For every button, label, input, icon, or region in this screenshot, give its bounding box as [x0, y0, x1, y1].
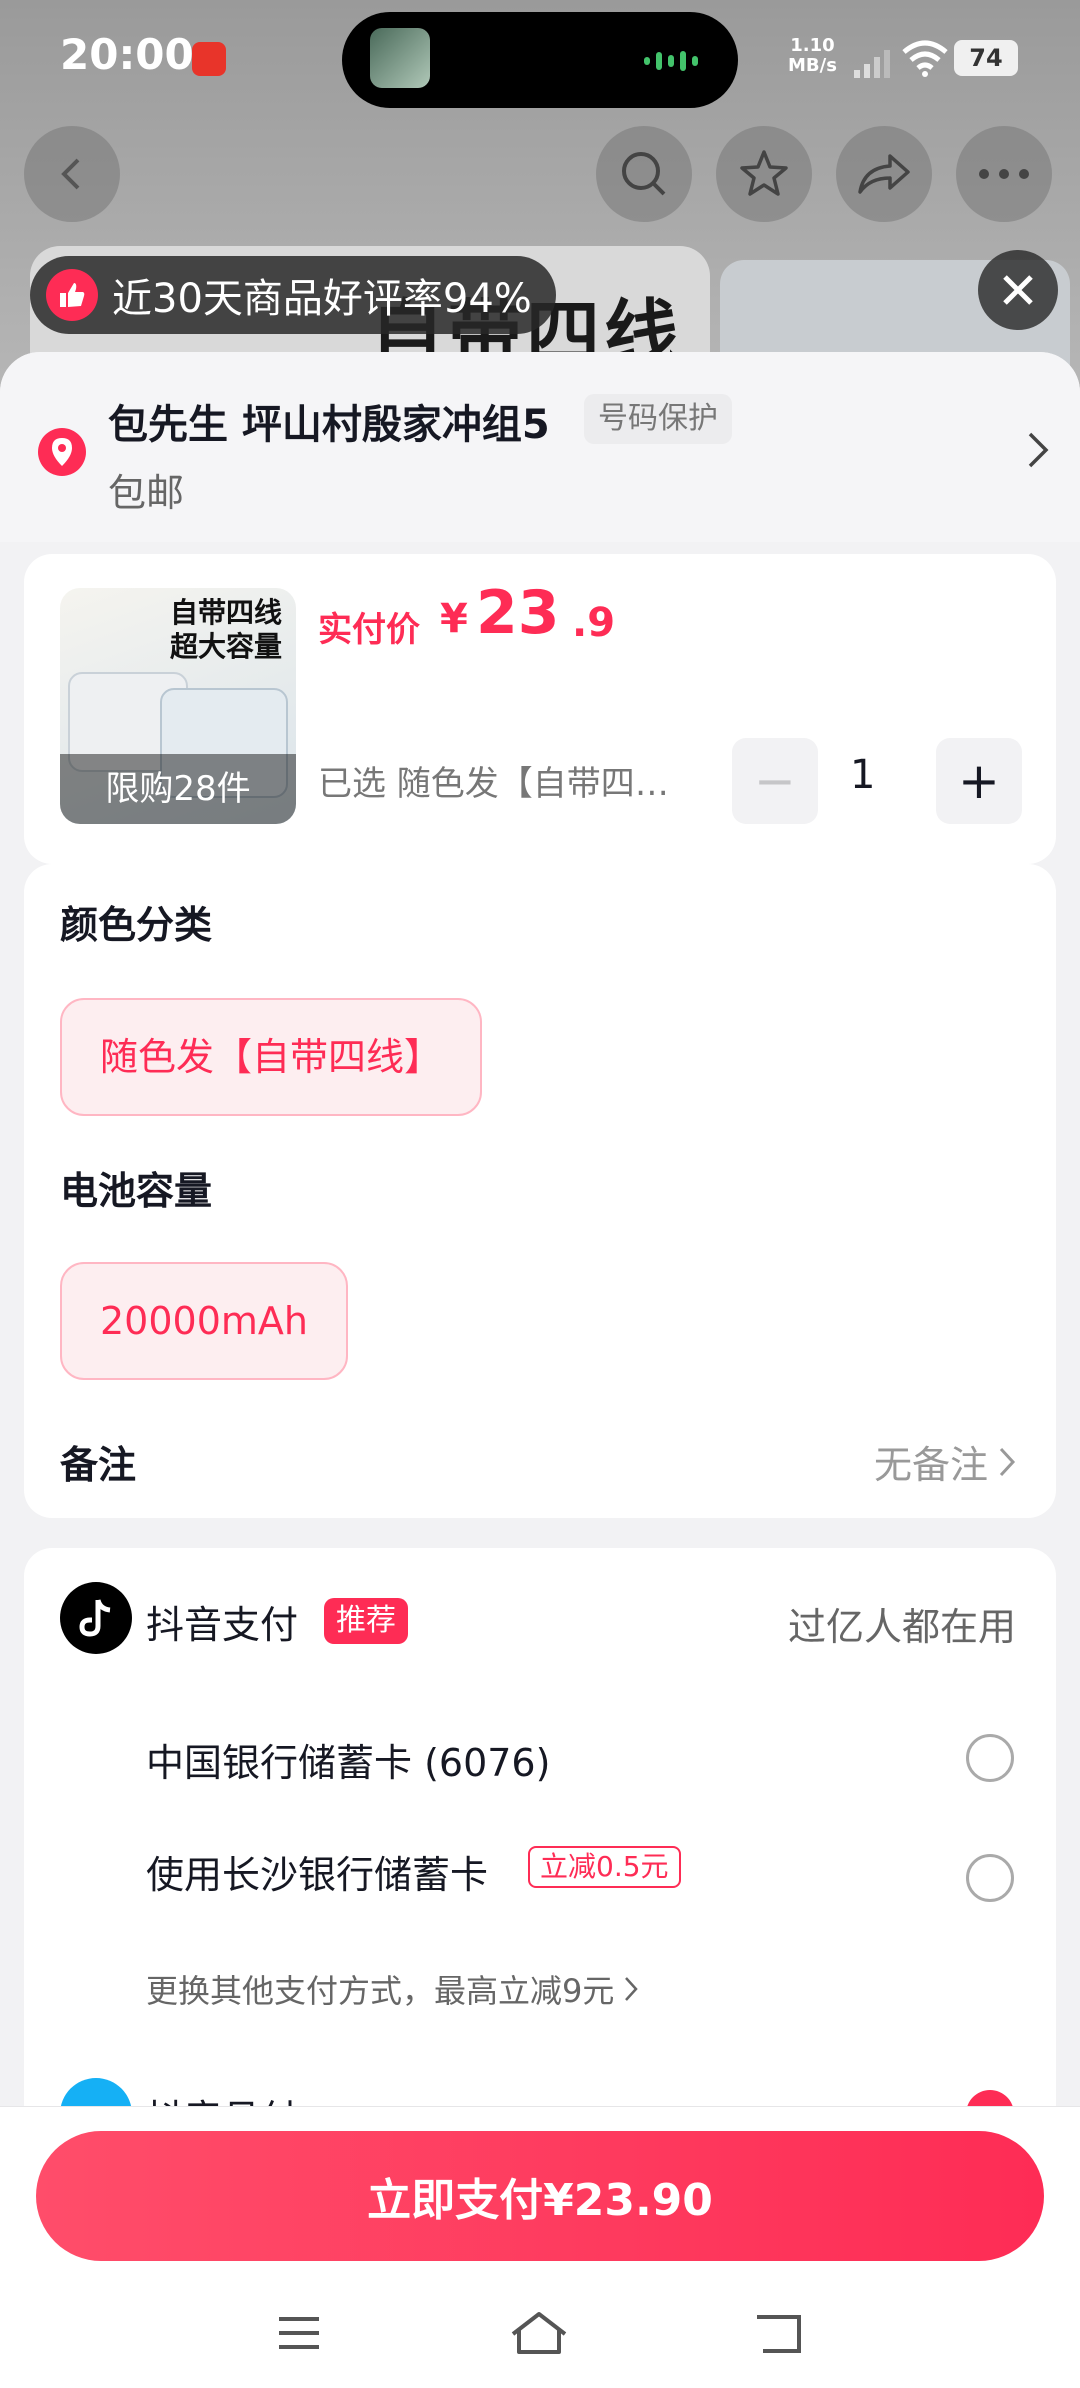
menu-nav-button[interactable] [264, 2303, 334, 2363]
close-button[interactable] [978, 250, 1058, 330]
more-payment-methods-link[interactable]: 更换其他支付方式，最高立减9元 [146, 1966, 639, 2012]
back-nav-button[interactable] [744, 2303, 814, 2363]
close-icon [1003, 275, 1033, 305]
search-icon [622, 152, 666, 196]
quantity-value: 1 [850, 752, 876, 798]
privacy-tag: 号码保护 [584, 394, 732, 444]
bottom-bar: 立即支付¥23.90 [0, 2106, 1080, 2388]
clock: 20:00 [60, 30, 194, 79]
discount-badge: 立减0.5元 [528, 1846, 681, 1888]
purchase-limit: 限购28件 [60, 754, 296, 824]
thumbs-up-icon [46, 269, 98, 321]
more-button[interactable] [956, 126, 1052, 222]
app-notification-icon [192, 42, 226, 76]
price-integer: 23 [476, 578, 560, 648]
rating-text: 近30天商品好评率94% [112, 276, 532, 322]
home-icon [511, 2312, 567, 2354]
price-decimal: .9 [572, 600, 616, 646]
back-icon [757, 2311, 801, 2353]
remark-title: 备注 [60, 1443, 137, 1487]
remark-value: 无备注 [873, 1443, 988, 1487]
shipping-info: 包邮 [108, 471, 185, 515]
selected-variant: 已选 随色发【自带四线】 [318, 764, 698, 804]
color-option-chip[interactable]: 随色发【自带四线】 [60, 998, 483, 1116]
recipient-name-address: 包先生 坪山村殷家冲组5 [108, 402, 550, 448]
pay-now-button[interactable]: 立即支付¥23.90 [36, 2131, 1044, 2261]
product-card: 自带四线 超大容量 限购28件 实付价 ¥ 23 .9 已选 随色发【自带四线】… [24, 554, 1056, 864]
payment-slogan: 过亿人都在用 [787, 1605, 1016, 1649]
currency-symbol: ¥ [440, 596, 468, 642]
share-icon [858, 154, 910, 194]
payment-method-title: 抖音支付 [146, 1603, 299, 1647]
more-icon [979, 169, 1029, 179]
search-button[interactable] [596, 126, 692, 222]
media-thumbnail [370, 28, 430, 88]
network-speed: 1.10 MB/s [788, 35, 837, 76]
chevron-right-icon [625, 1977, 639, 2001]
chevron-right-icon [999, 1447, 1016, 1476]
home-nav-button[interactable] [504, 2303, 574, 2363]
star-icon [740, 150, 788, 196]
dynamic-island[interactable] [342, 12, 738, 108]
price-label: 实付价 [318, 610, 420, 650]
signal-icon [854, 50, 890, 78]
payment-option-boc-radio[interactable] [966, 1734, 1014, 1782]
product-image[interactable]: 自带四线 超大容量 限购28件 [60, 588, 296, 824]
quantity-increase-button[interactable]: + [936, 738, 1022, 824]
payment-option-changsha-radio[interactable] [966, 1854, 1014, 1902]
remark-selector[interactable]: 无备注 [874, 1434, 1016, 1489]
capacity-option-chip[interactable]: 20000mAh [60, 1262, 348, 1380]
battery-indicator: 74 [954, 40, 1018, 76]
back-button[interactable] [24, 126, 120, 222]
favorite-button[interactable] [716, 126, 812, 222]
status-bar: 20:00 1.10 MB/s 74 [0, 0, 1080, 115]
payment-option-changsha[interactable]: 使用长沙银行储蓄卡 [146, 1844, 488, 1899]
recommend-badge: 推荐 [324, 1598, 408, 1644]
payment-option-boc[interactable]: 中国银行储蓄卡 (6076) [146, 1732, 550, 1787]
rating-badge: 近30天商品好评率94% [30, 256, 556, 334]
address-row[interactable]: 包先生 坪山村殷家冲组5 号码保护 包邮 [0, 352, 1080, 542]
chevron-right-icon [1028, 432, 1049, 468]
share-button[interactable] [836, 126, 932, 222]
audio-wave-icon [644, 50, 704, 72]
capacity-section-title: 电池容量 [60, 1169, 213, 1213]
wifi-icon [902, 40, 948, 77]
douyin-logo-icon [60, 1582, 132, 1654]
color-section-title: 颜色分类 [60, 903, 213, 947]
product-image-title: 自带四线 超大容量 [170, 596, 283, 663]
spec-card: 颜色分类 随色发【自带四线】 电池容量 20000mAh 备注 无备注 [24, 864, 1056, 1518]
chevron-left-icon [61, 158, 80, 190]
quantity-decrease-button[interactable]: − [732, 738, 818, 824]
menu-icon [279, 2317, 319, 2349]
location-pin-icon [38, 428, 86, 476]
checkout-sheet: 包先生 坪山村殷家冲组5 号码保护 包邮 自带四线 超大容量 限购28件 实付价… [0, 352, 1080, 2388]
